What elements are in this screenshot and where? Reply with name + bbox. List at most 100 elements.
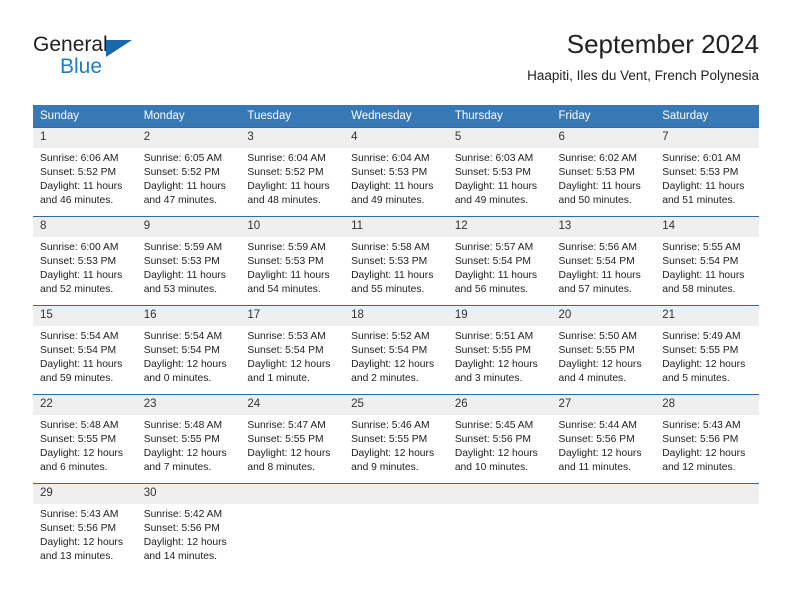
daylight-duration-line2: and 58 minutes.: [662, 284, 736, 295]
day-number: [655, 484, 759, 504]
daylight-duration-line2: and 50 minutes.: [558, 195, 632, 206]
day-sun-info: Sunrise: 6:00 AM Sunset: 5:53 PM Daylight:…: [33, 237, 137, 297]
day-sun-info: Sunrise: 6:03 AM Sunset: 5:53 PM Daylight:…: [448, 148, 552, 208]
calendar-day-cell[interactable]: 23 Sunrise: 5:48 AM Sunset: 5:55 PM Dayligh…: [136, 394, 241, 477]
calendar-day-cell[interactable]: 14 Sunrise: 5:55 AM Sunset: 5:54 PM Dayligh…: [655, 216, 759, 299]
day-number: 20: [551, 306, 656, 326]
calendar-day-cell[interactable]: 24 Sunrise: 5:47 AM Sunset: 5:55 PM Dayligh…: [240, 394, 345, 477]
sunset-time: Sunset: 5:52 PM: [40, 167, 117, 178]
sunrise-time: Sunrise: 5:43 AM: [662, 420, 741, 431]
day-sun-info: Sunrise: 6:02 AM Sunset: 5:53 PM Daylight:…: [552, 148, 656, 208]
weekday-header-friday: Friday: [551, 105, 656, 128]
sunset-time: Sunset: 5:53 PM: [662, 167, 739, 178]
calendar-day-cell[interactable]: 10 Sunrise: 5:59 AM Sunset: 5:53 PM Dayligh…: [240, 216, 345, 299]
calendar-day-cell[interactable]: 21 Sunrise: 5:49 AM Sunset: 5:55 PM Dayligh…: [655, 305, 759, 388]
calendar-day-cell[interactable]: [344, 483, 448, 566]
day-number: 11: [344, 217, 448, 237]
calendar-day-cell[interactable]: 11 Sunrise: 5:58 AM Sunset: 5:53 PM Dayligh…: [344, 216, 448, 299]
calendar-day-cell[interactable]: 15 Sunrise: 5:54 AM Sunset: 5:54 PM Dayligh…: [33, 305, 137, 388]
sunrise-time: Sunrise: 5:45 AM: [454, 420, 534, 431]
day-sun-info: Sunrise: 6:04 AM Sunset: 5:53 PM Daylight:…: [344, 148, 448, 208]
daylight-duration-line2: and 7 minutes.: [143, 462, 212, 473]
calendar-day-cell[interactable]: 25 Sunrise: 5:46 AM Sunset: 5:55 PM Dayligh…: [344, 394, 448, 477]
sunrise-time: Sunrise: 5:44 AM: [558, 420, 637, 431]
calendar-day-cell[interactable]: 13 Sunrise: 5:56 AM Sunset: 5:54 PM Dayligh…: [551, 216, 656, 299]
sunset-time: Sunset: 5:55 PM: [247, 434, 324, 445]
sunset-time: Sunset: 5:53 PM: [558, 167, 635, 178]
sunset-time: Sunset: 5:54 PM: [143, 345, 220, 356]
sunset-time: Sunset: 5:55 PM: [558, 345, 635, 356]
daylight-duration-line2: and 2 minutes.: [351, 373, 419, 384]
daylight-duration-line2: and 1 minute.: [247, 373, 310, 384]
day-number: 19: [447, 306, 552, 326]
calendar-day-cell[interactable]: 4 Sunrise: 6:04 AM Sunset: 5:53 PM Daylight…: [344, 127, 448, 210]
daylight-duration-line2: and 48 minutes.: [247, 195, 321, 206]
weekday-header-thursday: Thursday: [447, 105, 552, 128]
daylight-duration-line1: Daylight: 11 hours: [454, 181, 538, 192]
calendar-day-cell[interactable]: 9 Sunrise: 5:59 AM Sunset: 5:53 PM Daylight…: [136, 216, 241, 299]
calendar-day-cell[interactable]: 19 Sunrise: 5:51 AM Sunset: 5:55 PM Dayligh…: [447, 305, 552, 388]
calendar-day-cell[interactable]: 20 Sunrise: 5:50 AM Sunset: 5:55 PM Dayligh…: [551, 305, 656, 388]
sunrise-time: Sunrise: 6:04 AM: [247, 153, 326, 164]
calendar-day-cell[interactable]: 6 Sunrise: 6:02 AM Sunset: 5:53 PM Daylight…: [551, 127, 656, 210]
day-7: 7 Sunrise: 6:01 AM Sunset: 5:53 PM Daylight…: [655, 128, 759, 210]
day-18: 18 Sunrise: 5:52 AM Sunset: 5:54 PM Dayligh…: [344, 306, 448, 388]
sunrise-time: Sunrise: 6:05 AM: [143, 153, 223, 164]
calendar-day-cell[interactable]: 2 Sunrise: 6:05 AM Sunset: 5:52 PM Daylight…: [136, 127, 241, 210]
sunrise-time: Sunrise: 5:53 AM: [247, 331, 326, 342]
daylight-duration-line1: Daylight: 12 hours: [454, 359, 538, 370]
day-sun-info: Sunrise: 6:05 AM Sunset: 5:52 PM Daylight:…: [137, 148, 241, 208]
day-number: 23: [136, 395, 241, 415]
calendar-day-cell[interactable]: 29 Sunrise: 5:43 AM Sunset: 5:56 PM Dayligh…: [33, 483, 137, 566]
calendar-day-cell[interactable]: [447, 483, 552, 566]
sunrise-time: Sunrise: 5:48 AM: [143, 420, 223, 431]
calendar-day-cell[interactable]: 8 Sunrise: 6:00 AM Sunset: 5:53 PM Daylight…: [33, 216, 137, 299]
calendar-day-cell[interactable]: 30 Sunrise: 5:42 AM Sunset: 5:56 PM Dayligh…: [136, 483, 241, 566]
sunrise-time: Sunrise: 5:43 AM: [40, 509, 119, 520]
daylight-duration-line2: and 0 minutes.: [143, 373, 212, 384]
daylight-duration-line1: Daylight: 12 hours: [247, 359, 331, 370]
day-number: 24: [240, 395, 345, 415]
sunset-time: Sunset: 5:54 PM: [351, 345, 428, 356]
weekday-header-monday: Monday: [136, 105, 241, 128]
day-5: 5 Sunrise: 6:03 AM Sunset: 5:53 PM Daylight…: [447, 128, 552, 210]
daylight-duration-line2: and 46 minutes.: [40, 195, 114, 206]
sunset-time: Sunset: 5:53 PM: [247, 256, 324, 267]
daylight-duration-line2: and 49 minutes.: [351, 195, 425, 206]
calendar-day-cell[interactable]: 1 Sunrise: 6:06 AM Sunset: 5:52 PM Daylight…: [33, 127, 137, 210]
calendar-day-cell[interactable]: [551, 483, 656, 566]
calendar-day-cell[interactable]: 7 Sunrise: 6:01 AM Sunset: 5:53 PM Daylight…: [655, 127, 759, 210]
sunset-time: Sunset: 5:56 PM: [662, 434, 739, 445]
calendar-day-cell[interactable]: 26 Sunrise: 5:45 AM Sunset: 5:56 PM Dayligh…: [447, 394, 552, 477]
day-sun-info: Sunrise: 5:43 AM Sunset: 5:56 PM Daylight:…: [33, 504, 137, 564]
calendar-day-cell[interactable]: 17 Sunrise: 5:53 AM Sunset: 5:54 PM Dayligh…: [240, 305, 345, 388]
daylight-duration-line1: Daylight: 11 hours: [247, 270, 330, 281]
day-number: [240, 484, 345, 504]
calendar-day-cell[interactable]: 5 Sunrise: 6:03 AM Sunset: 5:53 PM Daylight…: [447, 127, 552, 210]
calendar-day-cell[interactable]: [655, 483, 759, 566]
day-26: 26 Sunrise: 5:45 AM Sunset: 5:56 PM Dayligh…: [447, 395, 552, 477]
calendar-day-cell[interactable]: 27 Sunrise: 5:44 AM Sunset: 5:56 PM Dayligh…: [551, 394, 656, 477]
sunset-time: Sunset: 5:52 PM: [143, 167, 220, 178]
day-13: 13 Sunrise: 5:56 AM Sunset: 5:54 PM Dayligh…: [551, 217, 656, 299]
calendar-day-cell[interactable]: 28 Sunrise: 5:43 AM Sunset: 5:56 PM Dayligh…: [655, 394, 759, 477]
daylight-duration-line1: Daylight: 12 hours: [143, 537, 227, 548]
day-6: 6 Sunrise: 6:02 AM Sunset: 5:53 PM Daylight…: [551, 128, 656, 210]
calendar-day-cell[interactable]: 18 Sunrise: 5:52 AM Sunset: 5:54 PM Dayligh…: [344, 305, 448, 388]
calendar-day-cell[interactable]: 22 Sunrise: 5:48 AM Sunset: 5:55 PM Dayligh…: [33, 394, 137, 477]
empty-day: [240, 484, 345, 566]
calendar-day-cell[interactable]: 12 Sunrise: 5:57 AM Sunset: 5:54 PM Dayligh…: [447, 216, 552, 299]
day-number: 16: [136, 306, 241, 326]
daylight-duration-line1: Daylight: 12 hours: [143, 448, 227, 459]
calendar-day-cell[interactable]: [240, 483, 345, 566]
day-number: 1: [33, 128, 137, 148]
calendar-day-cell[interactable]: 3 Sunrise: 6:04 AM Sunset: 5:52 PM Daylight…: [240, 127, 345, 210]
page-header: General Blue September 2024 Haapiti, Ile…: [33, 28, 759, 98]
daylight-duration-line2: and 3 minutes.: [454, 373, 523, 384]
sunrise-time: Sunrise: 5:58 AM: [351, 242, 430, 253]
daylight-duration-line1: Daylight: 12 hours: [143, 359, 227, 370]
sunset-time: Sunset: 5:53 PM: [351, 256, 428, 267]
calendar-day-cell[interactable]: 16 Sunrise: 5:54 AM Sunset: 5:54 PM Dayligh…: [136, 305, 241, 388]
day-sun-info: Sunrise: 5:45 AM Sunset: 5:56 PM Daylight:…: [448, 415, 552, 475]
day-number: [344, 484, 448, 504]
